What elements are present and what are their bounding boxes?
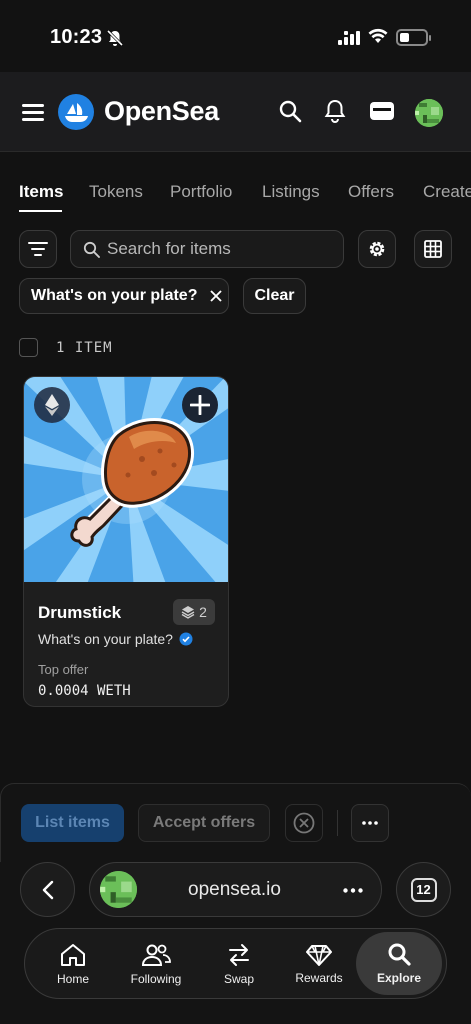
opensea-logo[interactable]	[58, 94, 94, 130]
divider	[337, 810, 338, 836]
nav-home[interactable]: Home	[33, 929, 113, 1000]
quantity-badge: 2	[173, 599, 215, 625]
grid-view-button[interactable]	[414, 230, 452, 268]
signal-icon	[338, 31, 360, 50]
tab-offers[interactable]: Offers	[348, 182, 394, 202]
active-filter-label: What's on your plate?	[31, 287, 198, 304]
accept-offers-button[interactable]: Accept offers	[138, 804, 270, 842]
close-circle-icon	[293, 812, 315, 834]
bell-off-icon	[106, 29, 124, 52]
filter-icon	[28, 242, 48, 256]
site-avatar	[100, 871, 137, 908]
bottom-navigation: Home Following Swap Rewards Explore	[24, 928, 447, 999]
item-title[interactable]: Drumstick	[38, 603, 121, 623]
nav-home-label: Home	[56, 972, 89, 986]
select-all-checkbox[interactable]	[19, 338, 38, 357]
search-icon	[83, 241, 100, 258]
brand-name[interactable]: OpenSea	[104, 96, 219, 127]
tab-items[interactable]: Items	[19, 182, 63, 202]
ethereum-chain-icon	[34, 387, 70, 423]
top-offer-label: Top offer	[38, 662, 89, 677]
url-text[interactable]: opensea.io	[188, 879, 281, 901]
wifi-icon	[368, 28, 388, 49]
list-items-button[interactable]: List items	[21, 804, 124, 842]
diamond-icon	[306, 945, 332, 966]
more-actions-button[interactable]	[351, 804, 389, 842]
collection-name[interactable]: What's on your plate?	[38, 631, 193, 647]
tab-listings[interactable]: Listings	[262, 182, 320, 202]
address-bar[interactable]: opensea.io	[89, 862, 382, 917]
item-card[interactable]: Drumstick 2 What's on your plate? Top of…	[23, 376, 229, 707]
settings-button[interactable]	[358, 230, 396, 268]
clear-label: Clear	[254, 287, 295, 304]
clear-filters-button[interactable]: Clear	[243, 278, 306, 314]
search-icon	[388, 943, 411, 966]
gear-icon	[369, 241, 385, 257]
profile-avatar[interactable]	[415, 99, 443, 127]
close-icon[interactable]	[210, 290, 223, 302]
grid-icon	[424, 240, 442, 258]
nav-following[interactable]: Following	[115, 929, 197, 1000]
bulk-action-bar: List items Accept offers	[0, 783, 471, 863]
browser-toolbar: opensea.io 12 Home Following Swap Reward…	[0, 862, 471, 1024]
swap-icon	[229, 944, 249, 966]
tab-portfolio[interactable]: Portfolio	[170, 182, 232, 202]
more-icon	[362, 821, 378, 825]
browser-back-button[interactable]	[20, 862, 75, 917]
filter-button[interactable]	[19, 230, 57, 268]
section-tabs: Items Tokens Portfolio Listings Offers C…	[0, 152, 471, 216]
tab-count: 12	[410, 877, 437, 902]
app-header: OpenSea	[0, 72, 471, 152]
nav-rewards-label: Rewards	[295, 971, 343, 985]
active-tab-indicator	[19, 210, 62, 212]
nav-swap-label: Swap	[223, 972, 255, 986]
nav-swap[interactable]: Swap	[199, 929, 279, 1000]
battery-icon	[396, 29, 431, 46]
nav-rewards[interactable]: Rewards	[279, 929, 359, 1000]
active-filter-chip[interactable]: What's on your plate?	[19, 278, 229, 314]
chevron-left-icon	[42, 880, 53, 899]
collection-label: What's on your plate?	[38, 631, 173, 647]
status-time: 10:23	[50, 26, 103, 48]
home-icon	[61, 944, 85, 966]
notifications-icon[interactable]	[324, 99, 346, 128]
tabs-button[interactable]: 12	[396, 862, 451, 917]
cancel-button[interactable]	[285, 804, 323, 842]
plus-icon	[190, 395, 210, 415]
top-offer-value: 0.0004 WETH	[38, 683, 131, 699]
wallet-icon[interactable]	[369, 99, 395, 128]
verified-icon	[179, 632, 193, 646]
add-to-cart-button[interactable]	[182, 387, 218, 423]
search-field[interactable]	[70, 230, 344, 268]
nav-following-label: Following	[130, 972, 182, 986]
tab-tokens[interactable]: Tokens	[89, 182, 143, 202]
users-icon	[141, 944, 171, 966]
nav-explore[interactable]: Explore	[356, 932, 442, 995]
search-icon[interactable]	[278, 99, 302, 128]
more-icon[interactable]	[343, 888, 363, 893]
tab-create[interactable]: Create	[423, 182, 471, 202]
status-bar: 10:23	[0, 0, 471, 72]
nav-explore-label: Explore	[376, 971, 421, 985]
layers-icon	[181, 606, 195, 619]
item-image[interactable]	[24, 377, 228, 592]
item-count: 1 ITEM	[56, 340, 113, 356]
quantity-value: 2	[199, 604, 207, 620]
menu-icon[interactable]	[22, 104, 44, 121]
search-input[interactable]	[107, 231, 337, 267]
